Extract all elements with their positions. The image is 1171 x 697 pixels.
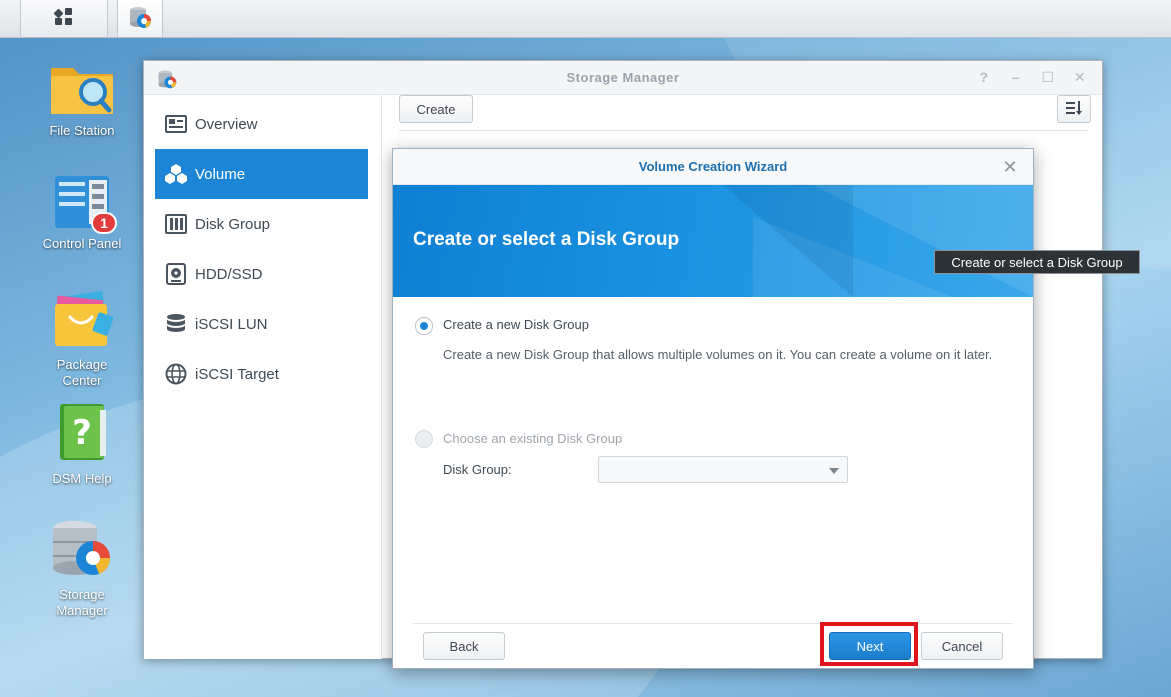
toolbar-divider (399, 130, 1089, 131)
cancel-button[interactable]: Cancel (921, 632, 1003, 660)
desktop-icon-label: Package Center (56, 357, 108, 388)
sort-button[interactable] (1057, 95, 1091, 123)
notification-badge: 1 (91, 212, 117, 234)
sidebar-item-iscsi-target[interactable]: iSCSI Target (155, 349, 368, 399)
desktop-icon-file-station[interactable]: File Station (30, 58, 134, 139)
folder-search-icon (49, 58, 115, 119)
wizard-footer-divider (413, 623, 1013, 624)
sidebar: Overview Volume Disk Group HDD/SSD iSCSI… (144, 95, 382, 659)
option-create-new-description: Create a new Disk Group that allows mult… (443, 347, 993, 362)
option-existing-label: Choose an existing Disk Group (443, 431, 623, 446)
sort-icon (1065, 100, 1083, 119)
disk-group-icon (165, 213, 187, 235)
disk-group-select[interactable] (598, 456, 848, 483)
database-icon (165, 313, 187, 335)
sidebar-item-volume[interactable]: Volume (155, 149, 368, 199)
window-titlebar[interactable]: Storage Manager ? – ☐ ✕ (144, 61, 1102, 95)
wizard-banner: Create or select a Disk Group (393, 185, 1033, 297)
sidebar-item-label: Overview (195, 115, 258, 133)
grid-icon (53, 6, 75, 31)
sidebar-item-iscsi-lun[interactable]: iSCSI LUN (155, 299, 368, 349)
wizard-titlebar[interactable]: Volume Creation Wizard ✕ (393, 149, 1033, 185)
sidebar-item-hdd-ssd[interactable]: HDD/SSD (155, 249, 368, 299)
wizard-title: Volume Creation Wizard (638, 159, 788, 174)
wizard-heading: Create or select a Disk Group (413, 229, 680, 250)
shopping-bag-icon (49, 288, 115, 353)
desktop-icon-label: DSM Help (52, 471, 112, 486)
main-menu-button[interactable] (20, 0, 108, 37)
window-title: Storage Manager (566, 70, 680, 85)
taskbar-storage-manager-button[interactable] (117, 0, 163, 37)
close-button[interactable]: ✕ (1068, 67, 1092, 87)
overview-icon (165, 113, 187, 135)
option-create-new-label: Create a new Disk Group (443, 317, 589, 332)
radio-create-new-disk-group[interactable] (415, 317, 433, 335)
storage-manager-icon (49, 518, 115, 583)
tooltip: Create or select a Disk Group (934, 250, 1140, 274)
desktop-icon-label: File Station (49, 123, 115, 138)
wizard-close-icon[interactable]: ✕ (1001, 158, 1019, 176)
storage-manager-icon (127, 4, 153, 33)
sidebar-item-overview[interactable]: Overview (155, 99, 368, 149)
sidebar-item-disk-group[interactable]: Disk Group (155, 199, 368, 249)
desktop-icon-label: Storage Manager (56, 587, 108, 618)
sidebar-item-label: Disk Group (195, 215, 271, 233)
volume-cubes-icon (165, 163, 187, 185)
taskbar (0, 0, 1171, 38)
desktop-icon-control-panel[interactable]: 1 Control Panel (30, 174, 134, 252)
svg-text:?: ? (72, 413, 92, 453)
next-button[interactable]: Next (829, 632, 911, 660)
storage-manager-icon (156, 68, 178, 93)
help-book-icon: ? (52, 402, 112, 467)
disk-group-field-label: Disk Group: (443, 462, 512, 477)
back-button[interactable]: Back (423, 632, 505, 660)
minimize-button[interactable]: – (1004, 67, 1028, 87)
volume-creation-wizard: Volume Creation Wizard ✕ Create or selec… (392, 148, 1034, 669)
help-button[interactable]: ? (972, 67, 996, 87)
desktop-icon-package-center[interactable]: Package Center (30, 288, 134, 389)
control-panel-icon: 1 (49, 174, 117, 234)
chevron-down-icon (829, 468, 839, 474)
radio-choose-existing-disk-group[interactable] (415, 430, 433, 448)
sidebar-item-label: Volume (195, 165, 246, 183)
hdd-icon (165, 263, 187, 285)
maximize-button[interactable]: ☐ (1036, 67, 1060, 87)
sidebar-item-label: iSCSI LUN (195, 315, 268, 333)
sidebar-item-label: HDD/SSD (195, 265, 263, 283)
create-button[interactable]: Create (399, 95, 473, 123)
desktop-icon-label: Control Panel (42, 236, 122, 251)
desktop-icon-storage-manager[interactable]: Storage Manager (30, 518, 134, 619)
globe-icon (165, 363, 187, 385)
desktop-icon-dsm-help[interactable]: ? DSM Help (30, 402, 134, 487)
sidebar-item-label: iSCSI Target (195, 365, 279, 383)
